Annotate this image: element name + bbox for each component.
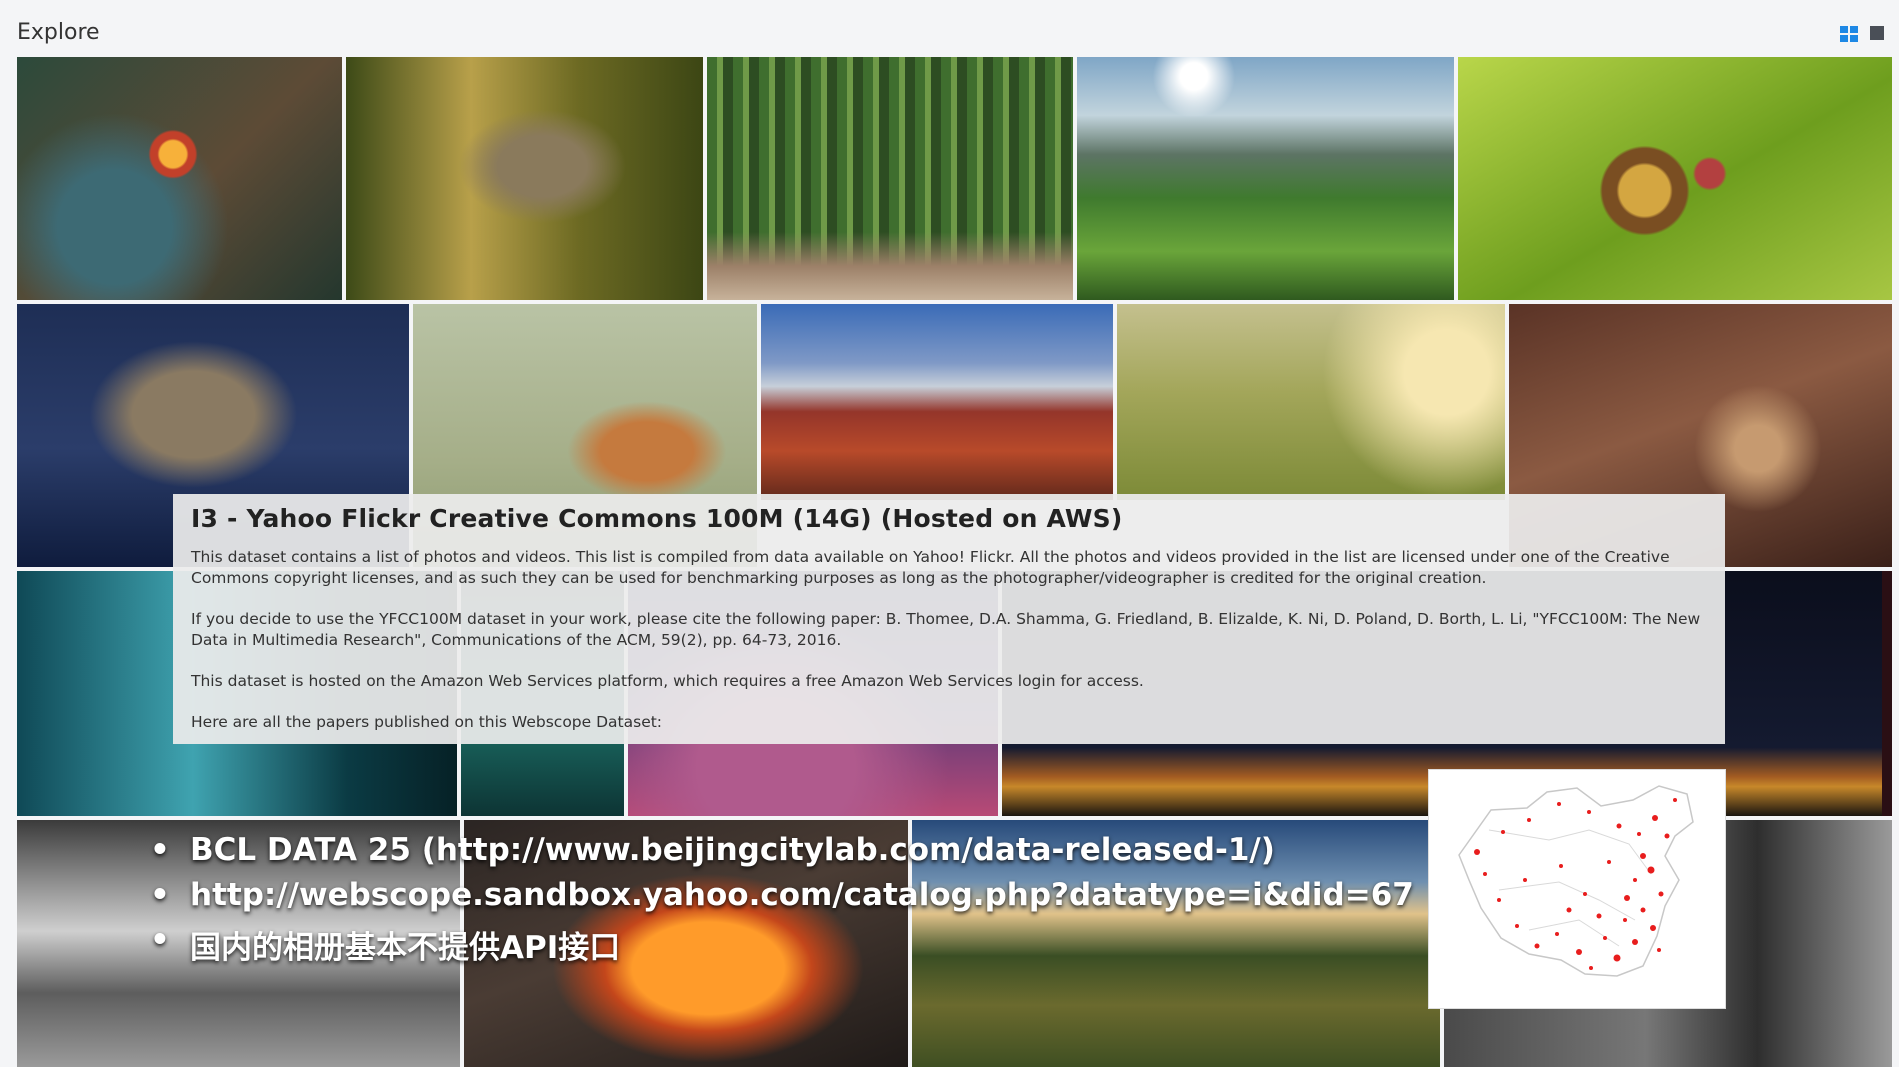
bullet-text: BCL DATA 25 (http://www.beijingcitylab.c… <box>190 832 1275 868</box>
photo-hawk[interactable] <box>346 57 703 300</box>
dataset-citation: If you decide to use the YFCC100M datase… <box>191 610 1701 649</box>
dataset-title: I3 - Yahoo Flickr Creative Commons 100M … <box>191 504 1123 533</box>
photo-autumn-mountains[interactable] <box>761 304 1113 500</box>
bullet-text: http://webscope.sandbox.yahoo.com/catalo… <box>190 877 1414 913</box>
photo-spider[interactable] <box>1458 57 1892 300</box>
dataset-description: This dataset contains a list of photos a… <box>191 548 1670 587</box>
china-map-image <box>1428 769 1726 1009</box>
china-map-graphic <box>1458 785 1694 977</box>
explore-header: Explore <box>0 0 1899 56</box>
single-view-icon[interactable] <box>1870 26 1884 40</box>
photo-meadow[interactable] <box>1117 304 1505 500</box>
bullet-text: 国内的相册基本不提供API接口 <box>190 930 621 966</box>
photo-mountain-valley[interactable] <box>1077 57 1454 300</box>
dataset-info-panel: I3 - Yahoo Flickr Creative Commons 100M … <box>173 494 1725 744</box>
page-title: Explore <box>17 20 100 45</box>
photo-flower[interactable] <box>17 57 342 300</box>
dataset-hosting-note: This dataset is hosted on the Amazon Web… <box>191 672 1144 690</box>
grid-view-icon[interactable] <box>1840 26 1858 42</box>
photo-fireworks[interactable] <box>1882 571 1892 816</box>
dataset-papers-heading: Here are all the papers published on thi… <box>191 713 663 731</box>
photo-bamboo-forest[interactable] <box>707 57 1073 300</box>
